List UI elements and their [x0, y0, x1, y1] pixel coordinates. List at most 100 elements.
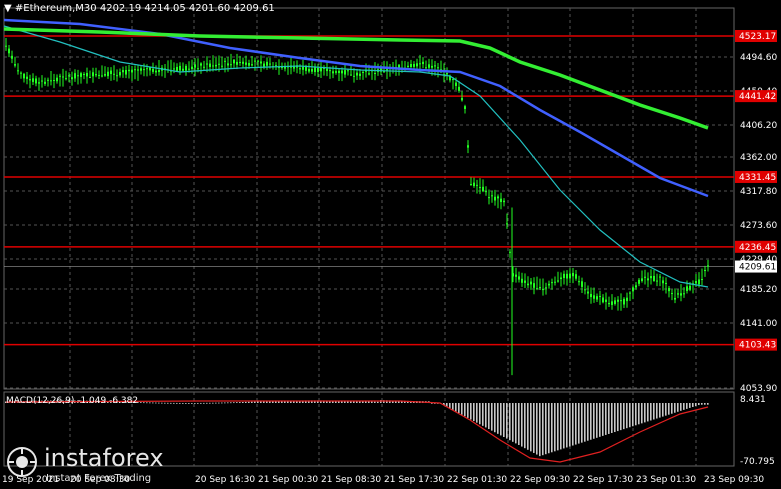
candle-body [530, 281, 532, 285]
candle-body [686, 286, 688, 291]
candle-body [227, 63, 229, 66]
candle-body [149, 67, 151, 71]
macd-bar [689, 403, 691, 408]
macd-bar [185, 402, 187, 404]
candle-body [614, 300, 616, 304]
candle-body [317, 67, 319, 72]
candle-body [578, 281, 580, 283]
candle-body [533, 283, 535, 288]
macd-bar [200, 402, 202, 404]
macd-bar [617, 403, 619, 432]
candle-body [326, 68, 328, 72]
candle-body [137, 69, 139, 71]
candle-body [311, 68, 313, 72]
candle-body [11, 55, 13, 59]
candle-body [662, 280, 664, 284]
level-price-label: 4236.45 [739, 243, 776, 253]
candle-body [77, 75, 79, 77]
candle-body [653, 275, 655, 282]
candle-body [104, 73, 106, 76]
candle-body [152, 68, 154, 72]
macd-bar [512, 403, 514, 442]
macd-bar [596, 403, 598, 438]
level-price-label: 4523.17 [739, 32, 776, 42]
candle-body [173, 68, 175, 70]
macd-bar [674, 403, 676, 413]
candle-body [707, 265, 709, 267]
candle-body [563, 273, 565, 279]
symbol-label: #Ethereum,M30 [14, 3, 97, 14]
macd-bar [476, 403, 478, 423]
candle-body [683, 293, 685, 295]
candle-body [194, 64, 196, 68]
candle-body [623, 298, 625, 305]
candle-body [548, 283, 550, 286]
candle-body [299, 68, 301, 70]
brand-tagline: Instant Forex Trading [46, 473, 152, 484]
candle-body [515, 274, 517, 277]
candle-body [254, 60, 256, 62]
macd-bar [164, 402, 166, 404]
candle-body [215, 64, 217, 67]
candle-body [224, 60, 226, 62]
candle-body [23, 73, 25, 79]
candle-body [569, 273, 571, 279]
macd-bar [377, 401, 379, 403]
macd-bar [365, 401, 367, 403]
price-axis-label: 4406.20 [740, 121, 777, 131]
macd-bar [593, 403, 595, 439]
candle-body [605, 299, 607, 302]
candle-body [644, 276, 646, 278]
candle-body [8, 48, 10, 54]
candle-body [680, 293, 682, 296]
macd-axis-label: 8.431 [740, 395, 766, 405]
candle-body [200, 63, 202, 66]
triangle-down-icon[interactable]: ▼ [4, 3, 12, 14]
candle-body [620, 300, 622, 302]
candle-body [434, 65, 436, 67]
candle-body [647, 278, 649, 281]
candle-body [374, 73, 376, 75]
candle-body [239, 61, 241, 63]
candle-body [233, 59, 235, 64]
candle-body [626, 297, 628, 302]
macd-bar [464, 403, 466, 417]
macd-bar [554, 403, 556, 452]
macd-bar [221, 402, 223, 404]
macd-bar [236, 402, 238, 403]
macd-bar [539, 403, 541, 457]
macd-bar [545, 403, 547, 455]
time-axis-label: 22 Sep 09:30 [510, 475, 570, 485]
macd-bar [629, 403, 631, 428]
macd-bar [218, 402, 220, 404]
candle-body [314, 67, 316, 73]
macd-bar [659, 403, 661, 418]
candle-body [122, 70, 124, 73]
macd-bar [158, 402, 160, 404]
level-price-label: 4441.42 [739, 92, 776, 102]
candle-body [269, 63, 271, 65]
candle-body [71, 77, 73, 80]
candle-body [572, 272, 574, 277]
macd-bar [146, 402, 148, 404]
macd-bar [536, 403, 538, 455]
macd-bar [206, 402, 208, 404]
candle-body [38, 82, 40, 84]
ma-slow-line [3, 27, 709, 130]
macd-bar [371, 401, 373, 403]
candle-body [125, 69, 127, 75]
candle-body [89, 77, 91, 79]
brand-watermark: instaforex Instant Forex Trading [6, 444, 164, 484]
candle-body [488, 197, 490, 199]
price-chart[interactable]: 4494.604450.404406.204362.004317.804273.… [0, 0, 781, 489]
candle-body [197, 68, 199, 70]
candle-body [587, 291, 589, 294]
candle-body [26, 76, 28, 79]
candle-body [56, 77, 58, 82]
macd-bar [653, 403, 655, 420]
candle-body [29, 79, 31, 81]
macd-bar [650, 403, 652, 421]
candle-body [521, 278, 523, 283]
macd-bar [563, 403, 565, 449]
macd-bar [695, 403, 697, 406]
